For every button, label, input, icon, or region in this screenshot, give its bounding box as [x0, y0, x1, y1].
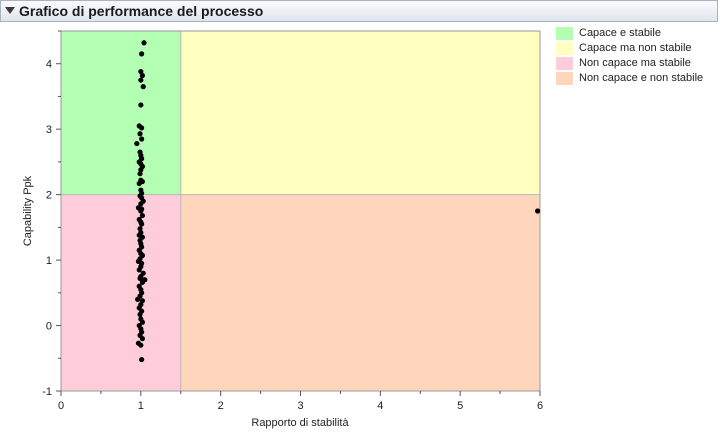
data-point [139, 51, 145, 57]
data-point [139, 336, 146, 342]
y-tick-label: -1 [42, 386, 52, 398]
data-point [136, 267, 142, 273]
x-tick-label: 4 [377, 400, 383, 412]
legend-label: Capace e stabile [579, 27, 661, 39]
x-tick-label: 2 [218, 400, 224, 412]
y-tick-label: 1 [46, 255, 52, 267]
x-tick-label: 6 [537, 400, 543, 412]
data-point [138, 208, 144, 214]
data-point [139, 221, 145, 227]
x-tick-label: 3 [297, 400, 303, 412]
data-point [135, 296, 141, 302]
legend-item-incapable-stable[interactable]: Non capace ma stabile [556, 56, 718, 71]
data-point [138, 342, 144, 348]
legend-item-capable-unstable[interactable]: Capace ma non stabile [556, 41, 718, 56]
x-tick-label: 1 [138, 400, 144, 412]
legend-item-capable-stable[interactable]: Capace e stabile [556, 26, 718, 41]
region-capable-stable [61, 31, 181, 195]
data-point [141, 40, 147, 46]
y-tick-label: 3 [46, 124, 52, 136]
legend-label: Non capace ma stabile [579, 57, 691, 69]
legend-swatch [556, 72, 573, 85]
legend-label: Non capace e non stabile [579, 72, 704, 84]
x-tick-label: 5 [457, 400, 463, 412]
legend-swatch [556, 27, 573, 40]
legend-swatch [556, 57, 573, 70]
region-incapable-unstable [180, 194, 540, 391]
y-axis-label: Capability Ppk [22, 175, 34, 246]
data-point [139, 136, 145, 142]
legend-swatch [556, 42, 573, 55]
data-point [535, 208, 541, 214]
y-tick-label: 2 [46, 190, 52, 202]
y-tick-label: 4 [46, 59, 52, 71]
x-axis-label: Rapporto di stabilità [251, 417, 349, 429]
region-incapable-stable [61, 194, 181, 391]
data-point [139, 125, 145, 131]
data-point [137, 311, 143, 318]
y-tick-label: 0 [46, 321, 52, 333]
data-point [134, 140, 140, 147]
data-point [137, 171, 143, 177]
data-point [140, 84, 146, 90]
data-point [136, 180, 142, 187]
data-point [137, 131, 143, 137]
x-tick-label: 0 [58, 400, 64, 412]
data-point [138, 102, 144, 108]
data-point [139, 72, 146, 79]
region-capable-unstable [180, 31, 540, 195]
data-point [139, 356, 145, 363]
legend: Capace e stabile Capace ma non stabile N… [556, 26, 718, 86]
data-point [138, 77, 144, 83]
legend-item-incapable-unstable[interactable]: Non capace e non stabile [556, 71, 718, 86]
legend-label: Capace ma non stabile [579, 42, 692, 54]
